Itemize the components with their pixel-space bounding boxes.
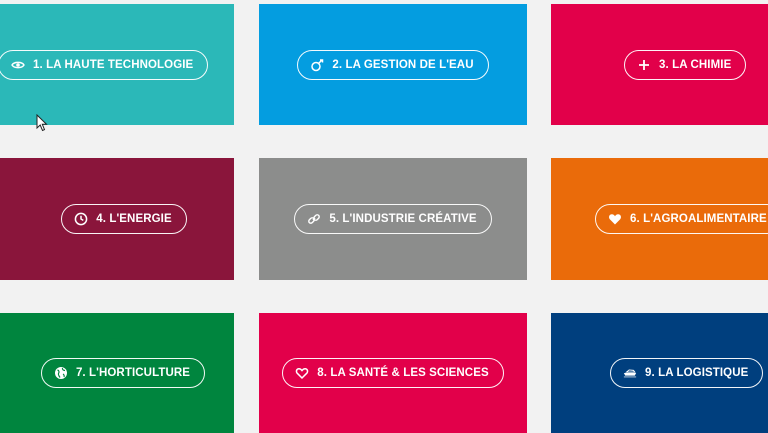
sector-button-sante-sciences[interactable]: 8. LA SANTÉ & LES SCIENCES bbox=[282, 358, 504, 388]
mouse-cursor-icon bbox=[36, 114, 48, 132]
sector-label: 5. L'INDUSTRIE CRÉATIVE bbox=[329, 213, 477, 225]
sector-button-haute-technologie[interactable]: 1. LA HAUTE TECHNOLOGIE bbox=[0, 49, 209, 80]
tile-energie[interactable]: 4. L'ENERGIE bbox=[0, 158, 234, 280]
heart-icon bbox=[608, 212, 622, 226]
sector-button-horticulture[interactable]: 7. L'HORTICULTURE bbox=[40, 358, 206, 388]
sector-button-agroalimentaire[interactable]: 6. L'AGROALIMENTAIRE bbox=[595, 204, 768, 234]
sector-grid: 1. LA HAUTE TECHNOLOGIE 2. LA GESTION DE… bbox=[0, 0, 768, 433]
water-tap-icon bbox=[310, 58, 324, 72]
tile-horticulture[interactable]: 7. L'HORTICULTURE bbox=[0, 313, 234, 433]
link-icon bbox=[307, 212, 321, 226]
globe-icon bbox=[54, 366, 68, 380]
sector-label: 7. L'HORTICULTURE bbox=[75, 367, 191, 379]
clock-icon bbox=[74, 212, 88, 226]
sector-label: 9. LA LOGISTIQUE bbox=[645, 367, 749, 379]
ship-icon bbox=[623, 366, 637, 380]
tile-agroalimentaire[interactable]: 6. L'AGROALIMENTAIRE bbox=[551, 158, 768, 280]
sector-button-chimie[interactable]: 3. LA CHIMIE bbox=[624, 49, 747, 80]
sector-label: 6. L'AGROALIMENTAIRE bbox=[630, 213, 767, 225]
sector-label: 1. LA HAUTE TECHNOLOGIE bbox=[33, 58, 194, 71]
sector-button-gestion-eau[interactable]: 2. LA GESTION DE L'EAU bbox=[297, 49, 489, 80]
tile-industrie-creative[interactable]: 5. L'INDUSTRIE CRÉATIVE bbox=[259, 158, 527, 280]
sector-button-industrie-creative[interactable]: 5. L'INDUSTRIE CRÉATIVE bbox=[294, 204, 492, 234]
sector-button-energie[interactable]: 4. L'ENERGIE bbox=[61, 204, 187, 234]
plus-icon bbox=[637, 58, 651, 72]
tile-gestion-eau[interactable]: 2. LA GESTION DE L'EAU bbox=[259, 4, 527, 125]
tile-chimie[interactable]: 3. LA CHIMIE bbox=[551, 4, 768, 125]
tile-logistique[interactable]: 9. LA LOGISTIQUE bbox=[551, 313, 768, 433]
tile-sante-sciences[interactable]: 8. LA SANTÉ & LES SCIENCES bbox=[259, 313, 527, 433]
heart-outline-icon bbox=[295, 366, 309, 380]
tile-haute-technologie[interactable]: 1. LA HAUTE TECHNOLOGIE bbox=[0, 4, 234, 125]
eye-icon bbox=[11, 58, 25, 72]
sector-label: 3. LA CHIMIE bbox=[659, 58, 732, 71]
sector-label: 8. LA SANTÉ & LES SCIENCES bbox=[317, 367, 489, 379]
sector-button-logistique[interactable]: 9. LA LOGISTIQUE bbox=[610, 358, 764, 388]
sector-label: 2. LA GESTION DE L'EAU bbox=[332, 58, 474, 71]
sector-label: 4. L'ENERGIE bbox=[96, 213, 172, 225]
